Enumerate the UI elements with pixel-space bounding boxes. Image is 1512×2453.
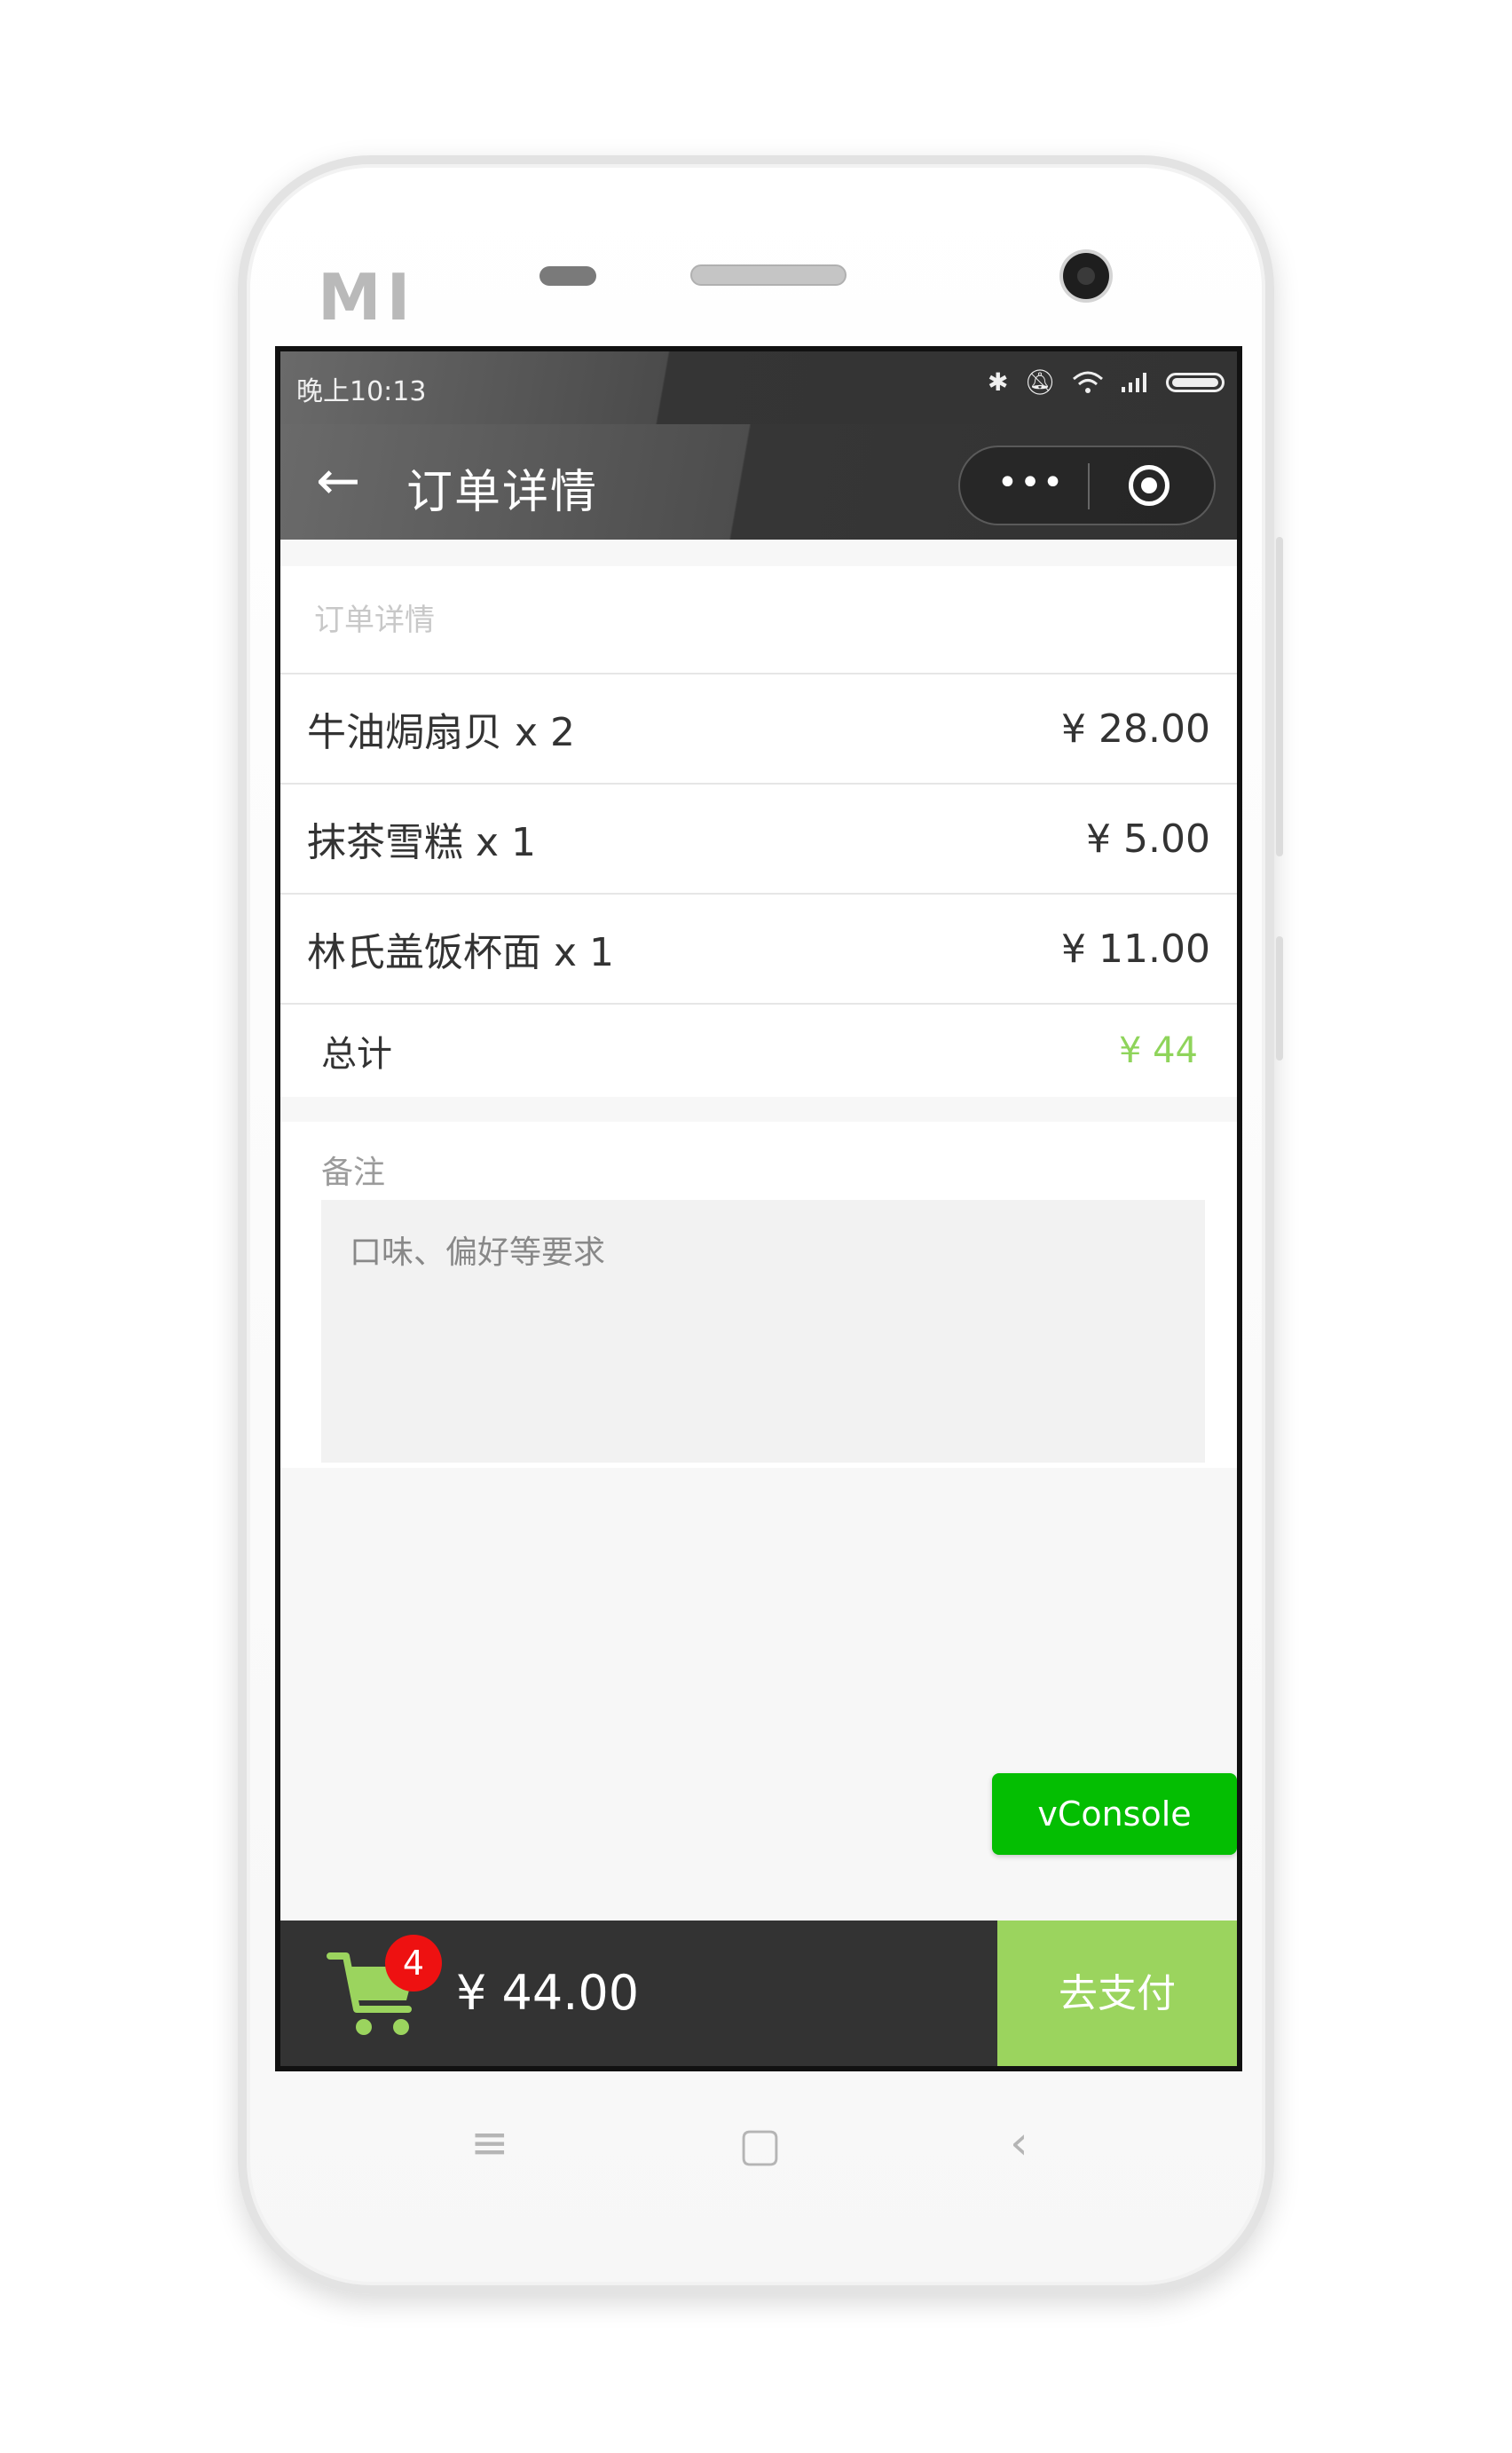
signal-icon bbox=[1122, 372, 1146, 392]
more-icon[interactable]: ••• bbox=[987, 465, 1075, 506]
order-item-name: 抹茶雪糕 x 1 bbox=[307, 820, 537, 865]
power-button bbox=[1276, 936, 1283, 1061]
back-key-icon[interactable]: ‹ bbox=[1010, 2117, 1028, 2170]
order-item-price: ¥ 5.00 bbox=[1086, 816, 1210, 862]
front-camera bbox=[1063, 253, 1109, 299]
volume-button bbox=[1276, 537, 1283, 856]
nav-bar: ← 订单详情 ••• bbox=[280, 424, 1237, 540]
order-card-header: 订单详情 bbox=[280, 566, 1237, 674]
cart-count-badge: 4 bbox=[385, 1935, 442, 1992]
status-time: 晚上10:13 bbox=[296, 376, 427, 407]
hardware-keys: ≡ ▢ ‹ bbox=[238, 2117, 1274, 2205]
app-screen: 晚上10:13 ✱ 🔕︎ ← 订单详情 ••• 订单详情 牛油焗扇贝 x 2 ¥… bbox=[275, 346, 1242, 2071]
vconsole-button[interactable]: vConsole bbox=[992, 1773, 1237, 1855]
note-card: 备注 口味、偏好等要求 bbox=[280, 1122, 1237, 1468]
order-card: 订单详情 牛油焗扇贝 x 2 ¥ 28.00 抹茶雪糕 x 1 ¥ 5.00 林… bbox=[280, 566, 1237, 1097]
order-item-row: 牛油焗扇贝 x 2 ¥ 28.00 bbox=[280, 674, 1237, 785]
status-icons: ✱ 🔕︎ bbox=[988, 367, 1225, 397]
bluetooth-icon: ✱ bbox=[987, 367, 1009, 397]
order-item-name: 牛油焗扇贝 x 2 bbox=[307, 710, 576, 755]
page-title: 订单详情 bbox=[406, 466, 599, 519]
battery-icon bbox=[1166, 372, 1225, 392]
close-target-icon[interactable] bbox=[1129, 465, 1169, 506]
checkout-bar: 4 ¥ 44.00 去支付 bbox=[280, 1921, 1237, 2066]
mute-icon: 🔕︎ bbox=[1024, 367, 1056, 397]
home-key-icon[interactable]: ▢ bbox=[738, 2118, 782, 2172]
note-textarea[interactable]: 口味、偏好等要求 bbox=[321, 1200, 1205, 1463]
order-item-name: 林氏盖饭杯面 x 1 bbox=[307, 930, 615, 975]
order-item-price: ¥ 11.00 bbox=[1061, 926, 1210, 972]
note-label: 备注 bbox=[321, 1155, 386, 1191]
capsule-divider bbox=[1088, 463, 1090, 509]
status-bar: 晚上10:13 ✱ 🔕︎ bbox=[280, 351, 1237, 424]
earpiece-speaker bbox=[690, 264, 847, 286]
order-item-row: 抹茶雪糕 x 1 ¥ 5.00 bbox=[280, 785, 1237, 895]
wifi-icon bbox=[1073, 371, 1103, 393]
order-item-row: 林氏盖饭杯面 x 1 ¥ 11.00 bbox=[280, 895, 1237, 1005]
order-item-price: ¥ 28.00 bbox=[1061, 706, 1210, 752]
mini-program-capsule: ••• bbox=[958, 446, 1216, 525]
menu-key-icon[interactable]: ≡ bbox=[470, 2117, 509, 2170]
back-arrow-icon[interactable]: ← bbox=[316, 454, 360, 508]
order-total-row: 总计 ¥ 44 bbox=[280, 1005, 1237, 1097]
pay-button[interactable]: 去支付 bbox=[997, 1921, 1237, 2066]
order-total-value: ¥ 44 bbox=[1118, 1030, 1198, 1071]
proximity-sensor bbox=[539, 266, 596, 286]
mi-logo: MI bbox=[318, 260, 416, 335]
order-total-label: 总计 bbox=[321, 1034, 392, 1075]
checkout-total: ¥ 44.00 bbox=[456, 1965, 640, 2021]
